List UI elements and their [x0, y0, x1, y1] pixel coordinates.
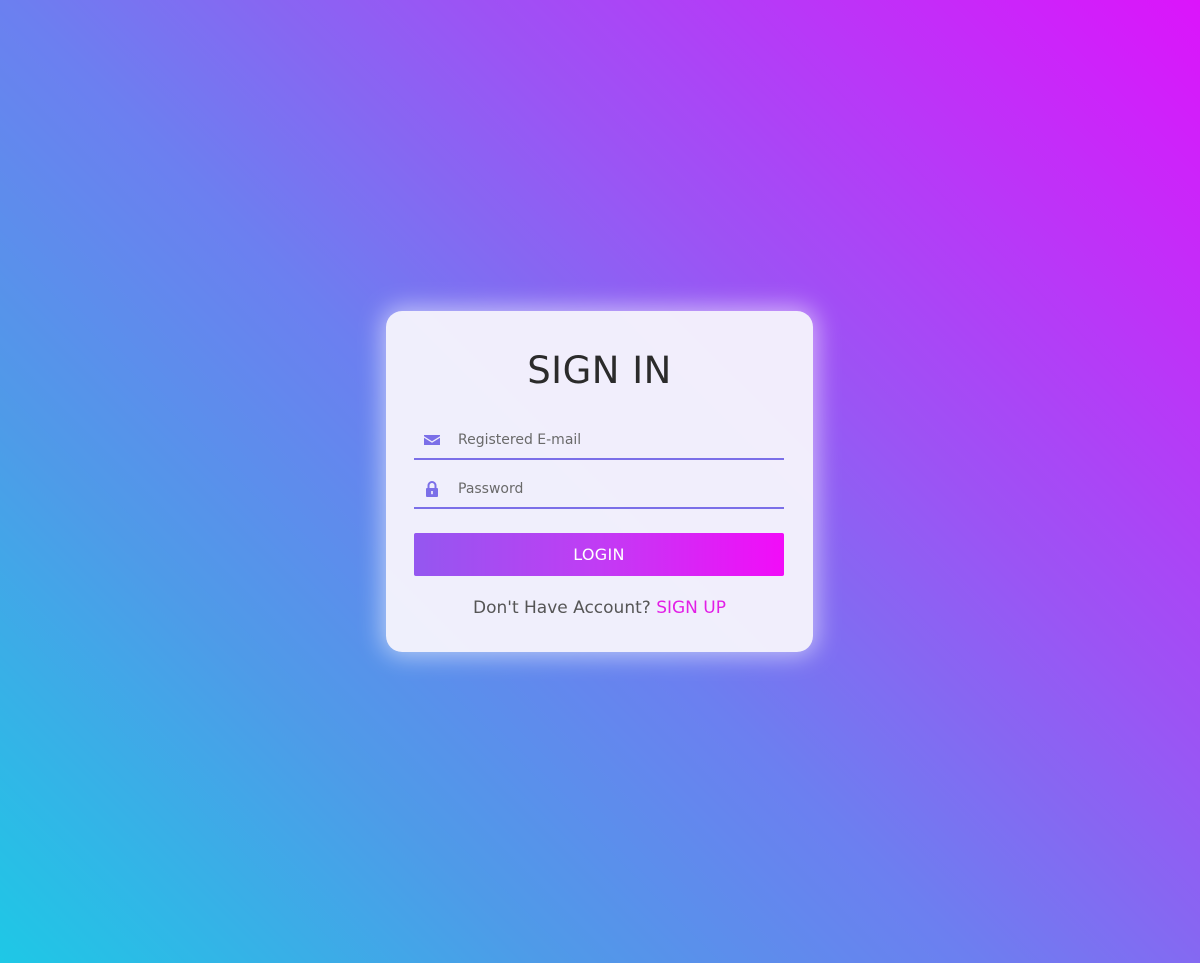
lock-icon	[423, 480, 441, 498]
email-field	[414, 422, 784, 460]
email-input[interactable]	[458, 422, 778, 458]
signin-card: SIGN IN LOGIN Don't Have Account? SIGN U…	[386, 311, 813, 652]
signup-prompt-text: Don't Have Account?	[473, 598, 651, 618]
password-input[interactable]	[458, 471, 778, 507]
signup-link[interactable]: SIGN UP	[656, 598, 726, 618]
page-title: SIGN IN	[527, 349, 672, 392]
login-button[interactable]: LOGIN	[414, 533, 784, 576]
envelope-icon	[423, 431, 441, 449]
password-field	[414, 471, 784, 509]
signup-prompt: Don't Have Account? SIGN UP	[386, 598, 813, 618]
